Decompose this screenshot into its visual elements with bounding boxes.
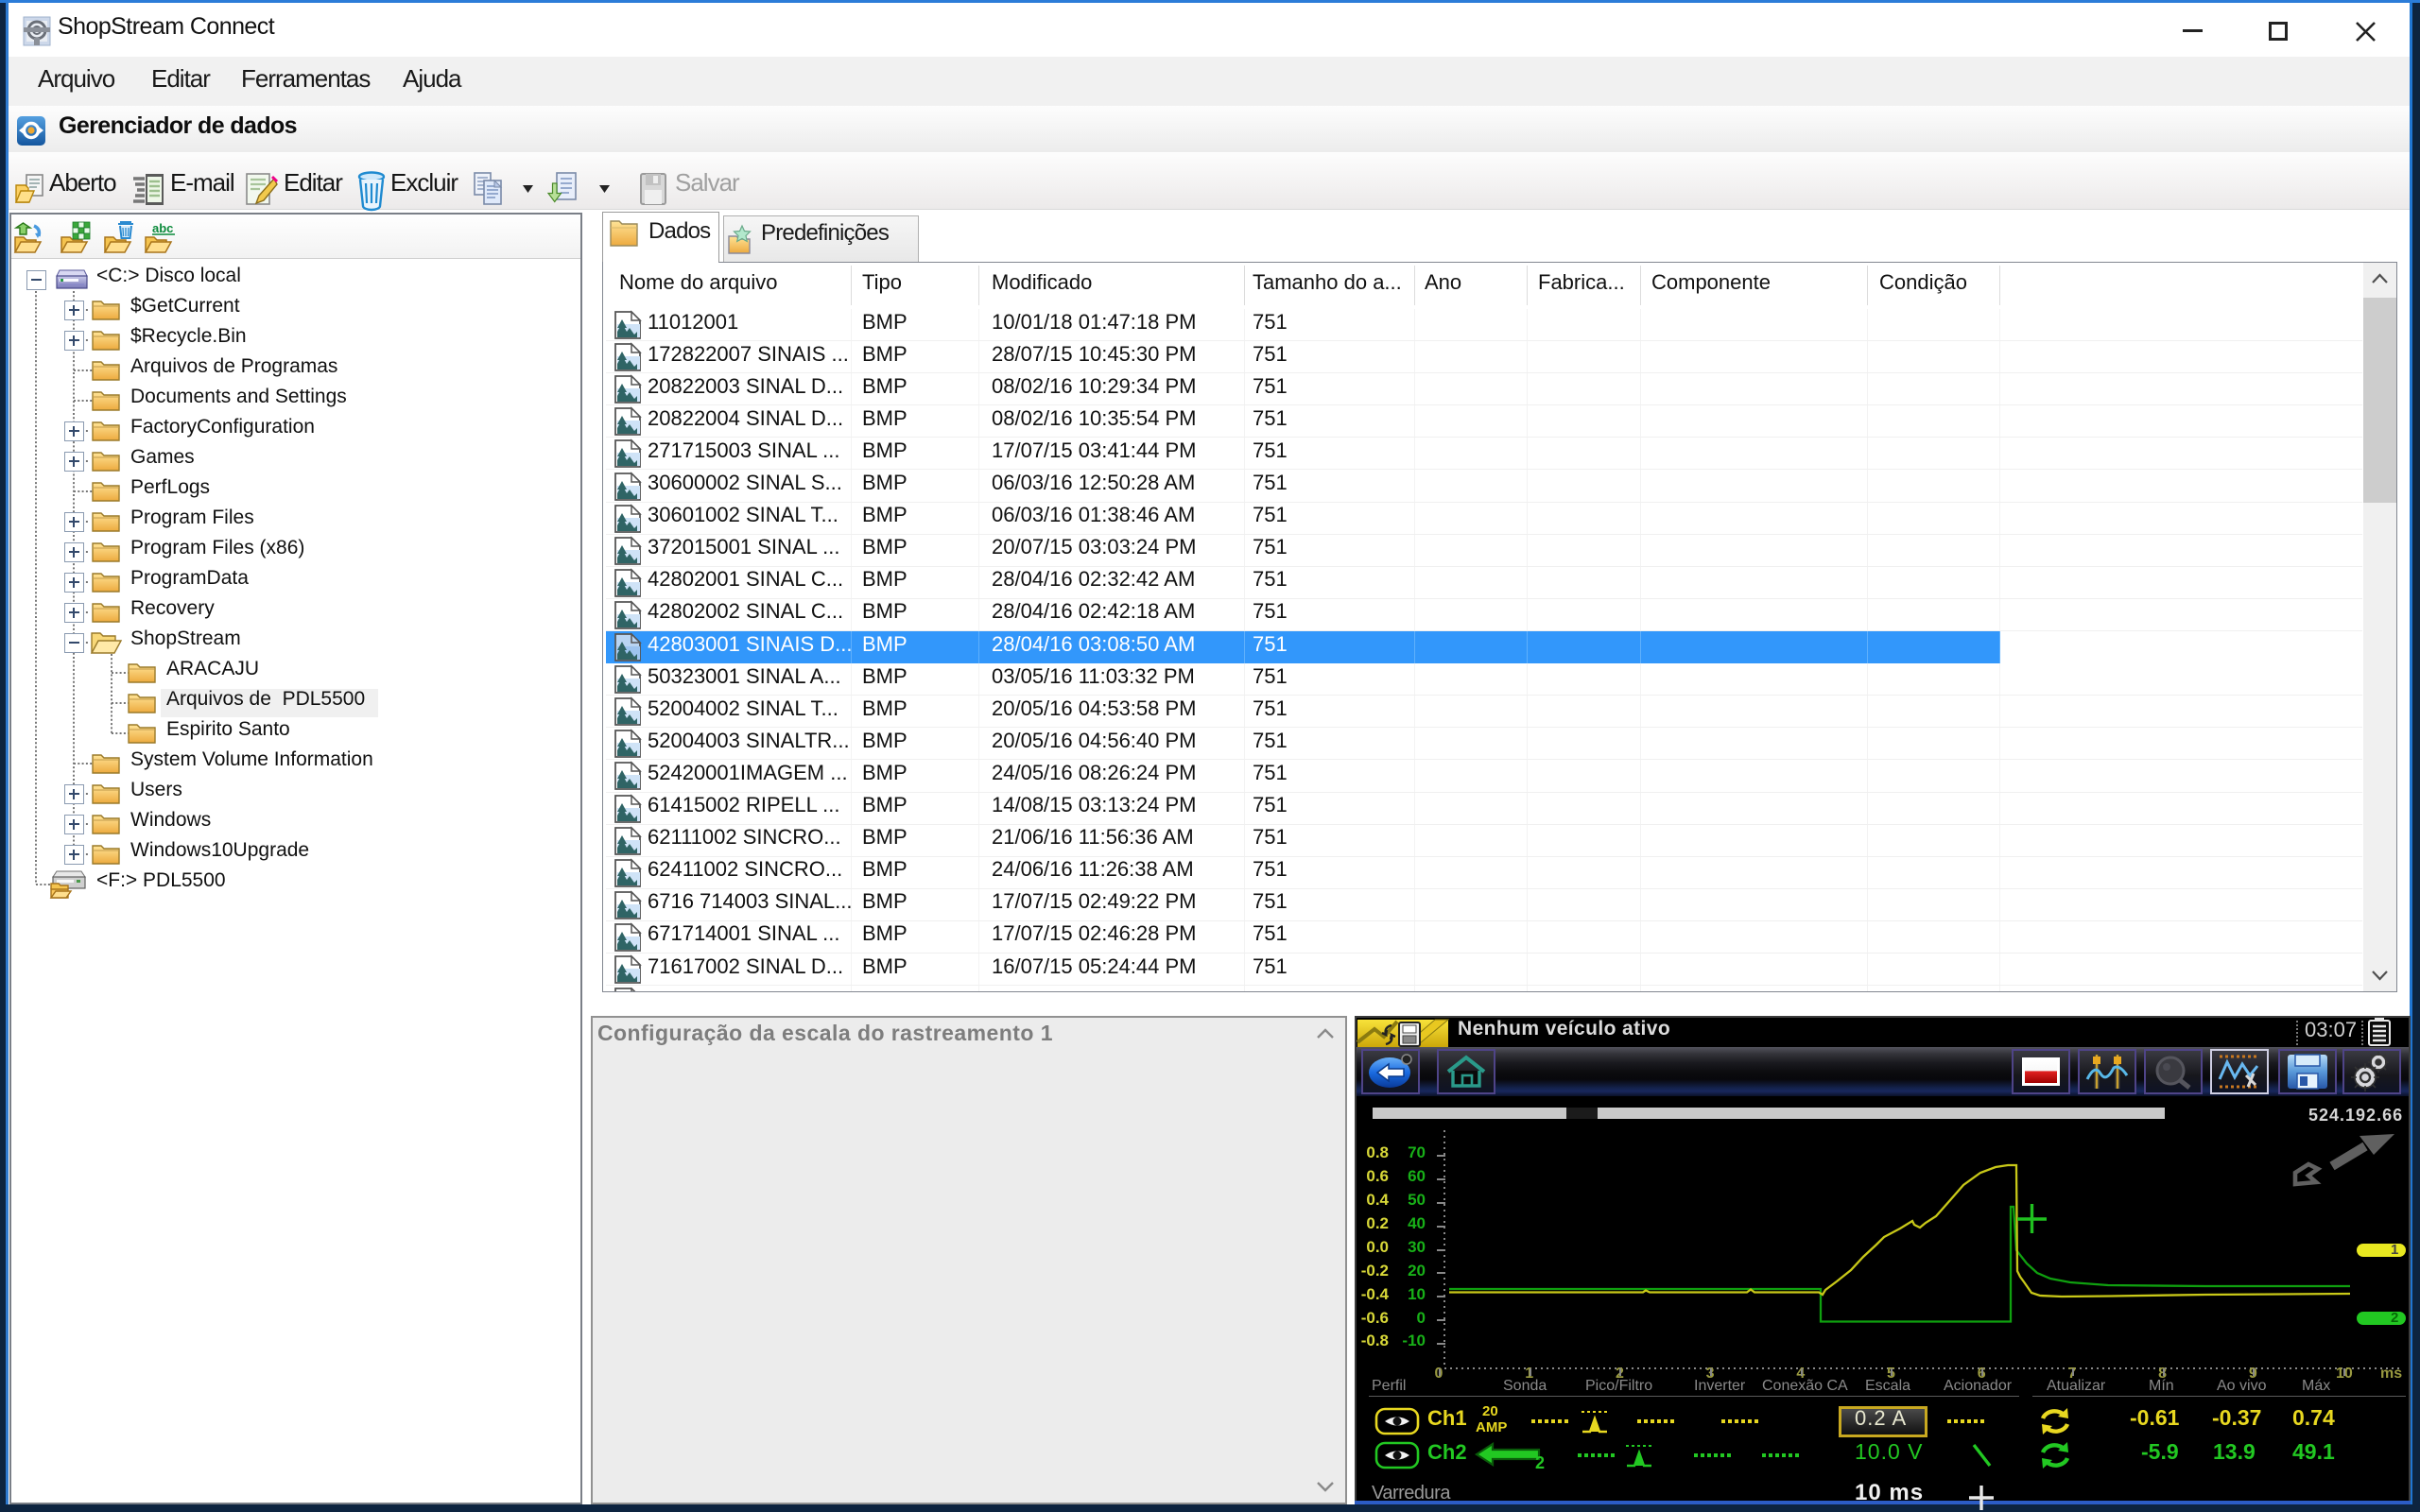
svg-text:2: 2 <box>1535 1453 1545 1472</box>
